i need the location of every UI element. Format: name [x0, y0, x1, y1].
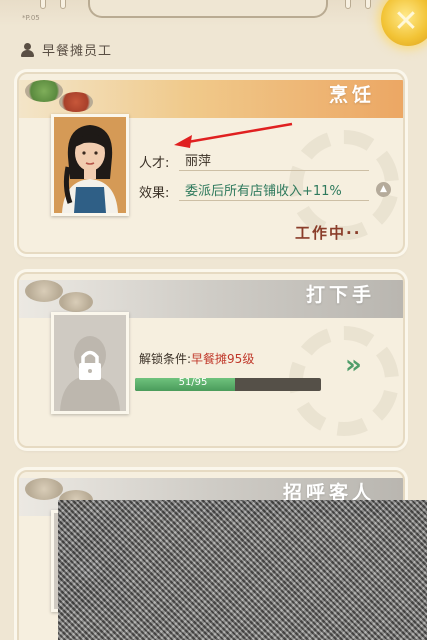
- effect-label: 效果:: [139, 186, 170, 201]
- card-title: 打下手: [305, 284, 375, 306]
- section-title: 早餐摊员工: [42, 44, 113, 59]
- page-number: *P.05: [22, 14, 40, 22]
- annotation-arrow-icon: [174, 122, 293, 148]
- staff-icon: [20, 42, 36, 57]
- go-upgrade-chevron-icon[interactable]: »: [345, 350, 362, 380]
- binding-ring: [60, 0, 66, 9]
- staff-slot-card-helper[interactable]: 打下手 解锁条件:早餐摊95级 51/95 »: [17, 272, 405, 448]
- boost-up-icon: ▲: [376, 182, 391, 197]
- close-button[interactable]: ✕: [381, 0, 427, 46]
- unlock-condition-label-text: 解锁条件:: [139, 352, 192, 366]
- talent-label: 人才:: [139, 156, 170, 171]
- binding-ring: [40, 0, 46, 9]
- level-progress-text: 51/95: [178, 378, 208, 388]
- talent-underline: [179, 170, 369, 171]
- talent-name: 丽萍: [185, 154, 212, 169]
- unlock-condition-value: 早餐摊95级: [191, 352, 255, 366]
- effect-underline: [179, 200, 369, 201]
- locked-portrait[interactable]: [51, 312, 129, 414]
- binding-tab: [88, 0, 328, 18]
- section-header: 早餐摊员工: [20, 40, 112, 59]
- binding-ring: [345, 0, 351, 9]
- effect-value: 委派后所有店铺收入+11%: [185, 184, 342, 199]
- level-progress-bar: 51/95: [135, 378, 321, 391]
- unlock-condition-label: 解锁条件:早餐摊95级: [139, 350, 254, 367]
- close-icon: ✕: [393, 3, 419, 39]
- binding-ring: [365, 0, 371, 9]
- notebook-binding: [0, 0, 427, 26]
- obscured-region: [58, 500, 427, 640]
- chef-avatar-icon: [54, 117, 126, 213]
- lock-icon: [60, 336, 120, 411]
- working-status: 工作中··: [295, 224, 362, 242]
- chef-portrait[interactable]: [51, 114, 129, 216]
- staff-slot-card-cooking[interactable]: 烹饪 人才: 丽萍 效果: 委派后所有店铺收入+11% ▲ 工作中··: [17, 72, 405, 254]
- card-title: 烹饪: [328, 84, 375, 106]
